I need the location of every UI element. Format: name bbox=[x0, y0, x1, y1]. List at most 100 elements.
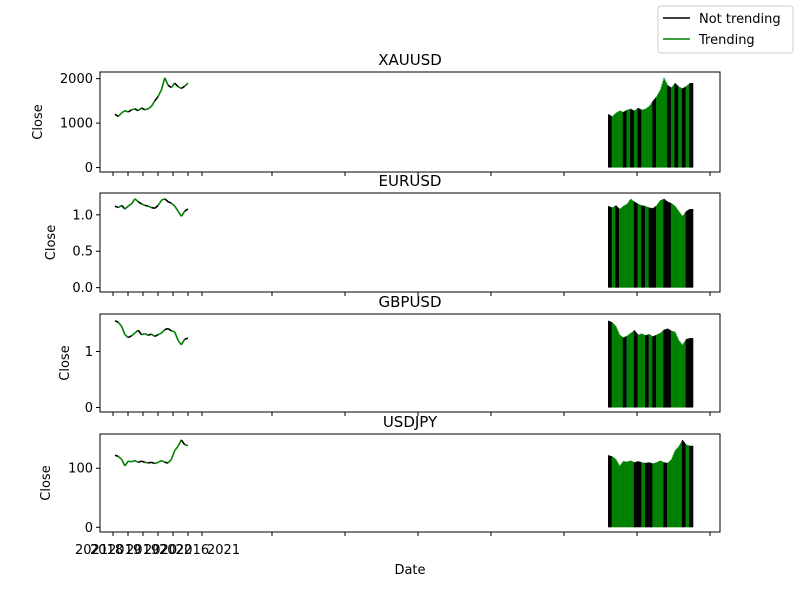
line-segment bbox=[157, 332, 162, 336]
bar bbox=[692, 338, 694, 408]
line-segment bbox=[148, 461, 152, 464]
line-segment bbox=[147, 105, 153, 110]
line-segment bbox=[124, 109, 129, 113]
line-segment bbox=[177, 85, 182, 90]
line-segment bbox=[137, 460, 142, 464]
line-segment bbox=[174, 445, 179, 452]
line-segment bbox=[184, 443, 189, 447]
line-segment bbox=[171, 330, 175, 333]
line-segment bbox=[117, 455, 123, 460]
line-segment bbox=[144, 204, 149, 207]
line-segment bbox=[154, 461, 159, 465]
line-segment bbox=[151, 333, 156, 338]
line-segment bbox=[114, 454, 119, 458]
line-segment bbox=[131, 459, 136, 463]
line-segment bbox=[167, 458, 172, 464]
line-segment bbox=[154, 334, 159, 338]
line-segment bbox=[167, 84, 172, 89]
line-segment bbox=[127, 203, 133, 207]
line-segment bbox=[134, 459, 139, 464]
line-segment bbox=[160, 329, 166, 334]
y-tick-label: 0 bbox=[85, 521, 93, 536]
line-segment bbox=[147, 205, 152, 209]
line-segment bbox=[174, 205, 179, 212]
x-tick-label: 2021 bbox=[207, 543, 240, 558]
line-segment bbox=[164, 198, 169, 203]
line-segment bbox=[184, 208, 189, 212]
line-segment bbox=[141, 107, 146, 111]
line-segment bbox=[114, 320, 119, 324]
line-segment bbox=[157, 199, 163, 206]
bar bbox=[692, 445, 694, 528]
subplot-eurusd: EURUSD 0.0 0.5 1.0 Close bbox=[44, 172, 721, 296]
y-tick-label: 0 bbox=[85, 401, 93, 416]
line-segment bbox=[157, 89, 163, 97]
y-tick-label: 100 bbox=[68, 462, 93, 477]
y-tick-label: 1 bbox=[85, 345, 93, 360]
line-segment bbox=[114, 205, 119, 209]
line-segment bbox=[144, 332, 149, 336]
line-segment bbox=[121, 204, 126, 210]
line-segment bbox=[150, 100, 156, 107]
line-segment bbox=[180, 85, 186, 90]
line-segment bbox=[127, 335, 132, 339]
line-segment bbox=[141, 203, 146, 207]
line-segment bbox=[154, 204, 159, 209]
subplot-title: GBPUSD bbox=[378, 293, 441, 311]
subplot-usdjpy: USDJPY 0 100 Close bbox=[39, 413, 721, 536]
y-tick-label: 0 bbox=[85, 161, 93, 176]
line-segment bbox=[131, 332, 136, 337]
line-segment bbox=[131, 108, 136, 111]
line-segment bbox=[141, 332, 146, 336]
line-segment bbox=[154, 95, 159, 102]
line-segment bbox=[130, 198, 136, 205]
legend: Not trending Trending bbox=[657, 5, 794, 54]
line-segment bbox=[128, 460, 132, 463]
line-segment bbox=[180, 439, 186, 446]
line-segment bbox=[184, 337, 189, 340]
line-segment bbox=[157, 459, 162, 464]
subplot-xauusd: XAUUSD 0 1000 2000 Close bbox=[31, 51, 721, 176]
line-segment bbox=[117, 321, 123, 327]
line-segment bbox=[120, 326, 126, 336]
subplot-title: USDJPY bbox=[383, 413, 438, 431]
subplot-gbpusd: GBPUSD 0 1 Close bbox=[58, 293, 721, 416]
line-segment bbox=[127, 109, 133, 113]
y-axis-label: Close bbox=[44, 225, 59, 260]
subplots: XAUUSD010002000CloseEURUSD0.00.51.0Close… bbox=[31, 51, 721, 536]
line-segment bbox=[167, 201, 172, 204]
x-tick-label: 2016 bbox=[176, 543, 209, 558]
bar bbox=[692, 209, 694, 288]
line-segment bbox=[124, 334, 129, 339]
line-segment bbox=[137, 329, 143, 336]
line-segment bbox=[137, 107, 143, 112]
legend-label-not-trending: Not trending bbox=[699, 12, 781, 27]
line-segment bbox=[144, 108, 149, 111]
line-segment bbox=[170, 202, 176, 207]
y-tick-label: 0.0 bbox=[72, 281, 93, 296]
line-segment bbox=[173, 331, 179, 341]
line-segment bbox=[170, 450, 176, 460]
y-tick-label: 1.0 bbox=[72, 208, 93, 223]
line-segment bbox=[137, 201, 142, 205]
line-segment bbox=[144, 461, 149, 464]
line-segment bbox=[124, 205, 129, 210]
y-axis-label: Close bbox=[31, 104, 46, 139]
line-segment bbox=[180, 210, 186, 217]
line-segment bbox=[170, 82, 176, 89]
line-segment bbox=[141, 460, 146, 464]
line-segment bbox=[117, 204, 123, 209]
line-segment bbox=[120, 459, 126, 467]
line-segment bbox=[134, 108, 139, 112]
line-segment bbox=[134, 198, 139, 203]
y-tick-label: 2000 bbox=[60, 72, 93, 87]
bar bbox=[692, 83, 694, 168]
line-segment bbox=[164, 77, 169, 86]
legend-label-trending: Trending bbox=[698, 33, 755, 48]
subplot-title: XAUUSD bbox=[378, 51, 442, 69]
line-segment bbox=[177, 439, 183, 447]
line-segment bbox=[164, 327, 169, 331]
subplot-title: EURUSD bbox=[379, 172, 442, 190]
line-segment bbox=[124, 460, 129, 467]
line-segment bbox=[117, 112, 123, 117]
